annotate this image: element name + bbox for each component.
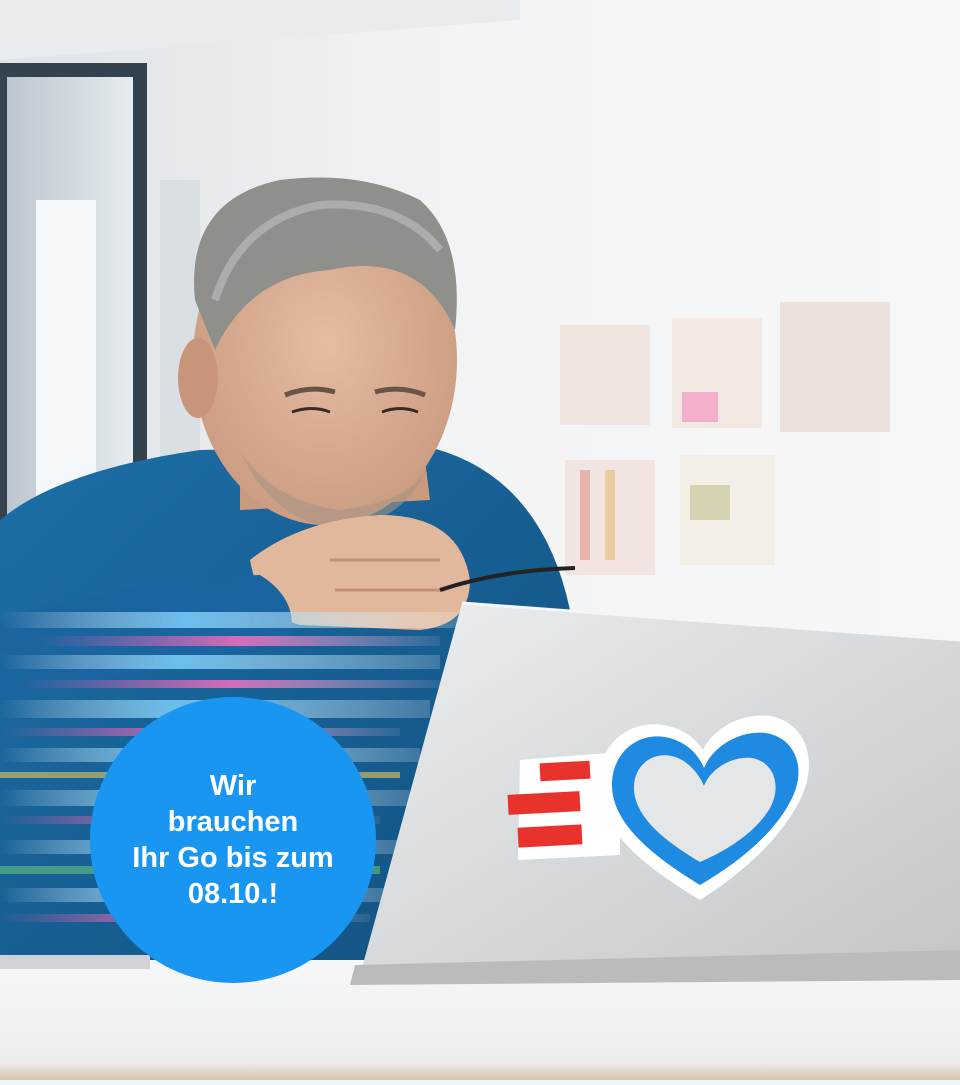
- badge-line-1: Wir: [209, 770, 257, 802]
- badge-line-4: 08.10.!: [187, 878, 279, 910]
- deadline-badge-text: Wir brauchen Ihr Go bis zum 08.10.!: [93, 768, 373, 912]
- deadline-badge: Wir brauchen Ihr Go bis zum 08.10.!: [90, 697, 376, 983]
- hero-photo: Wir brauchen Ihr Go bis zum 08.10.!: [0, 0, 960, 1080]
- badge-line-2: brauchen: [167, 806, 299, 838]
- badge-line-3: Ihr Go bis zum: [132, 842, 334, 874]
